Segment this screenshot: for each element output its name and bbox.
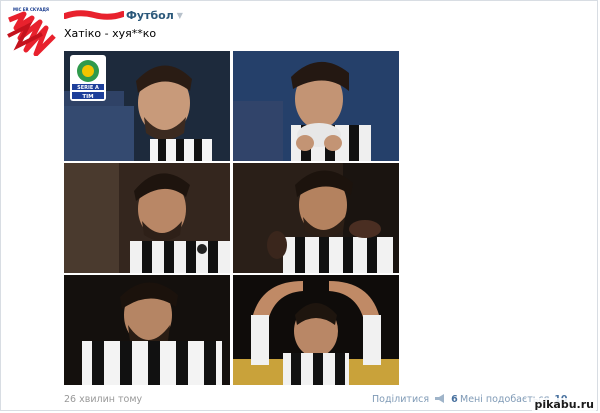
photo-tile-1[interactable]: SERIE A TIM xyxy=(64,51,230,161)
post-footer: 26 хвилин тому Поділитися 6 Мені подобає… xyxy=(64,392,594,408)
photo-tile-4[interactable] xyxy=(233,163,399,273)
photo-tile-6[interactable] xyxy=(233,275,399,385)
avatar-redaction xyxy=(6,6,56,56)
photo-tile-2[interactable] xyxy=(233,51,399,161)
share-button[interactable]: Поділитися 6 xyxy=(372,394,458,405)
community-avatar[interactable]: MIC ER СКУАДЯ xyxy=(6,6,56,56)
tim-badge-text: TIM xyxy=(82,94,93,100)
author-name[interactable]: Футбол xyxy=(126,9,174,22)
watermark-logo: pikabu.ru xyxy=(532,398,596,411)
photo-tile-3[interactable] xyxy=(64,163,230,273)
post-author[interactable]: Футбол ▼ xyxy=(64,8,183,22)
serie-a-badge-text: SERIE A xyxy=(77,85,99,91)
avatar-caption: MIC ER СКУАДЯ xyxy=(12,7,50,12)
post-timestamp[interactable]: 26 хвилин тому xyxy=(64,394,142,405)
share-count: 6 xyxy=(451,394,458,405)
share-label: Поділитися xyxy=(372,394,430,405)
author-redaction xyxy=(64,10,124,20)
dropdown-arrow-icon[interactable]: ▼ xyxy=(177,11,183,20)
photo-tile-5[interactable] xyxy=(64,275,230,385)
post-text: Хатiко - хуя**ко xyxy=(64,27,157,40)
megaphone-icon xyxy=(435,394,445,403)
photo-collage[interactable]: SERIE A TIM xyxy=(64,51,399,385)
